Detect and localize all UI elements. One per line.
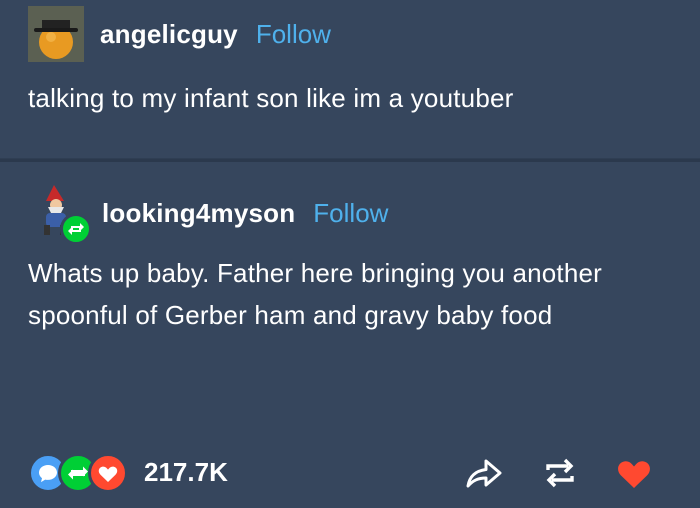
original-post: angelicguy Follow talking to my infant s… bbox=[0, 0, 700, 158]
username[interactable]: angelicguy bbox=[100, 19, 238, 50]
share-icon[interactable] bbox=[464, 455, 504, 491]
reblog-badge-icon bbox=[60, 213, 92, 245]
username[interactable]: looking4myson bbox=[102, 198, 295, 229]
post-footer: 217.7K bbox=[0, 441, 700, 503]
post-header: angelicguy Follow bbox=[28, 6, 331, 62]
hat-orange-avatar-icon[interactable] bbox=[28, 6, 84, 62]
post-text: Whats up baby. Father here bringing you … bbox=[28, 258, 603, 330]
notes-badges[interactable] bbox=[28, 453, 136, 493]
post-text: talking to my infant son like im a youtu… bbox=[28, 83, 514, 113]
reblog-icon[interactable] bbox=[540, 455, 580, 491]
heart-icon bbox=[88, 453, 128, 493]
notes-count[interactable]: 217.7K bbox=[144, 453, 228, 491]
follow-button[interactable]: Follow bbox=[256, 19, 331, 50]
follow-button[interactable]: Follow bbox=[313, 198, 388, 229]
post-header: looking4myson Follow bbox=[34, 183, 388, 245]
gnome-avatar-icon[interactable] bbox=[34, 183, 92, 245]
heart-icon[interactable] bbox=[614, 455, 654, 491]
